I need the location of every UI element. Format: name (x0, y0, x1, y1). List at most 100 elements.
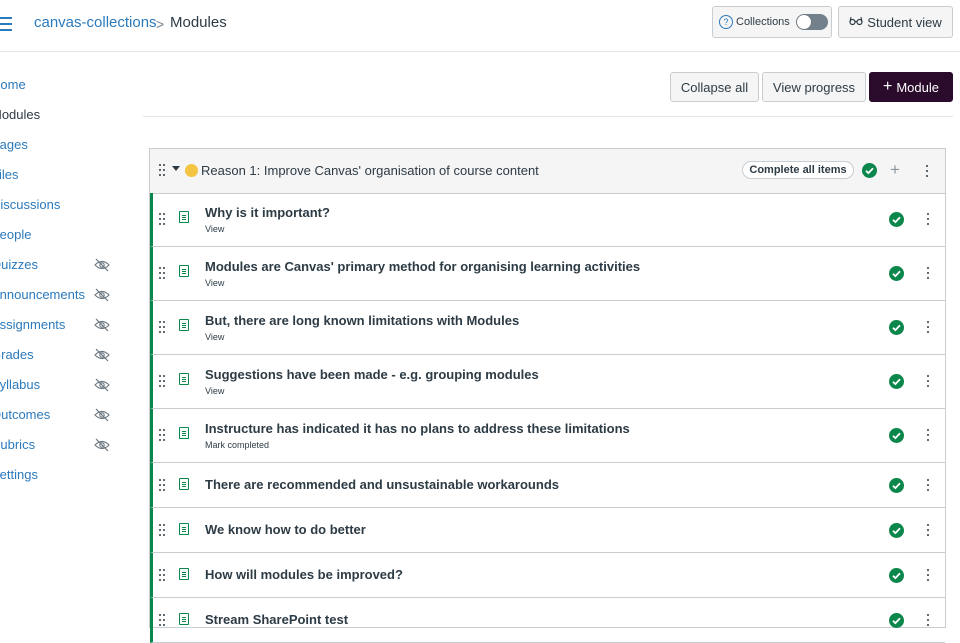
module-card: Reason 1: Improve Canvas' organisation o… (149, 148, 946, 643)
nav-item-label: Discussions (0, 197, 61, 212)
nav-item-syllabus[interactable]: Syllabus (0, 370, 130, 400)
drag-handle-icon[interactable] (159, 479, 167, 493)
item-options-icon[interactable] (926, 524, 930, 537)
nav-item-files[interactable]: Files (0, 160, 130, 190)
view-progress-button[interactable]: View progress (762, 72, 866, 102)
module-item-title[interactable]: Suggestions have been made - e.g. groupi… (205, 367, 539, 382)
drag-handle-icon[interactable] (159, 267, 167, 281)
module-item[interactable]: Suggestions have been made - e.g. groupi… (150, 355, 945, 409)
hamburger-menu-icon[interactable] (0, 13, 12, 33)
student-view-label: Student view (867, 14, 942, 30)
drag-handle-icon[interactable] (159, 164, 167, 178)
module-item[interactable]: Instructure has indicated it has no plan… (150, 409, 945, 463)
nav-item-assignments[interactable]: Assignments (0, 310, 130, 340)
eye-slash-icon (94, 250, 110, 280)
nav-item-label: Syllabus (0, 377, 41, 392)
module-item[interactable]: Why is it important? View (150, 193, 945, 247)
eye-slash-icon (94, 280, 110, 310)
nav-item-announcements[interactable]: Announcements (0, 280, 130, 310)
breadcrumb-course-link[interactable]: canvas-collections (34, 14, 157, 32)
module-item[interactable]: How will modules be improved? (150, 553, 945, 598)
page-document-icon (179, 523, 189, 535)
module-item[interactable]: We know how to do better (150, 508, 945, 553)
module-item-title[interactable]: But, there are long known limitations wi… (205, 313, 519, 328)
nav-item-grades[interactable]: Grades (0, 340, 130, 370)
module-item-title[interactable]: Stream SharePoint test (205, 612, 348, 627)
module-options-icon[interactable] (925, 165, 929, 178)
student-view-button[interactable]: Student view (838, 6, 953, 38)
item-options-icon[interactable] (926, 321, 930, 334)
completed-check-icon (889, 212, 904, 227)
nav-item-label: Modules (0, 107, 41, 122)
collections-label: Collections (736, 16, 790, 28)
nav-item-label: Rubrics (0, 437, 36, 452)
page-document-icon (179, 319, 189, 331)
item-options-icon[interactable] (926, 614, 930, 627)
eye-slash-icon (94, 430, 110, 460)
item-options-icon[interactable] (926, 479, 930, 492)
page-document-icon (179, 373, 189, 385)
page-document-icon (179, 427, 189, 439)
nav-item-modules[interactable]: Modules (0, 100, 130, 130)
nav-item-label: Home (0, 77, 26, 92)
module-item-requirement: View (205, 386, 225, 396)
completed-check-icon (889, 478, 904, 493)
breadcrumb-separator: > (156, 16, 165, 32)
module-requirement-badge: Complete all items (742, 161, 854, 179)
eye-slash-icon (94, 340, 110, 370)
page-document-icon (179, 478, 189, 490)
module-header[interactable]: Reason 1: Improve Canvas' organisation o… (150, 149, 945, 194)
nav-item-label: People (0, 227, 32, 242)
module-item[interactable]: Modules are Canvas' primary method for o… (150, 247, 945, 301)
nav-item-label: Announcements (0, 287, 85, 302)
nav-item-discussions[interactable]: Discussions (0, 190, 130, 220)
drag-handle-icon[interactable] (159, 375, 167, 389)
nav-item-pages[interactable]: Pages (0, 130, 130, 160)
module-item-requirement: Mark completed (205, 440, 270, 450)
nav-item-home[interactable]: Home (0, 70, 130, 100)
nav-item-settings[interactable]: Settings (0, 460, 130, 490)
add-item-icon[interactable]: + (890, 161, 900, 179)
item-options-icon[interactable] (926, 375, 930, 388)
drag-handle-icon[interactable] (159, 213, 167, 227)
drag-handle-icon[interactable] (159, 321, 167, 335)
nav-item-rubrics[interactable]: Rubrics (0, 430, 130, 460)
toolbar-divider (143, 116, 953, 117)
page-document-icon (179, 613, 189, 625)
nav-item-label: Quizzes (0, 257, 38, 272)
item-options-icon[interactable] (926, 429, 930, 442)
nav-item-label: Outcomes (0, 407, 51, 422)
nav-item-people[interactable]: People (0, 220, 130, 250)
eye-slash-icon (94, 400, 110, 430)
module-item[interactable]: There are recommended and unsustainable … (150, 463, 945, 508)
drag-handle-icon[interactable] (159, 524, 167, 538)
collections-toggle-button[interactable]: ? Collections (712, 6, 832, 38)
module-item-title[interactable]: Why is it important? (205, 205, 330, 220)
module-item-title[interactable]: We know how to do better (205, 522, 366, 537)
nav-item-outcomes[interactable]: Outcomes (0, 400, 130, 430)
module-item-title[interactable]: Instructure has indicated it has no plan… (205, 421, 630, 436)
module-item-title[interactable]: How will modules be improved? (205, 567, 403, 582)
help-icon[interactable]: ? (719, 15, 733, 29)
module-item[interactable]: Stream SharePoint test (150, 598, 945, 643)
page-document-icon (179, 568, 189, 580)
collapse-caret-icon[interactable] (172, 166, 180, 171)
module-item-title[interactable]: Modules are Canvas' primary method for o… (205, 259, 640, 274)
module-item[interactable]: But, there are long known limitations wi… (150, 301, 945, 355)
collections-toggle-switch[interactable] (795, 14, 828, 30)
glasses-icon (849, 15, 863, 29)
page-document-icon (179, 265, 189, 277)
drag-handle-icon[interactable] (159, 569, 167, 583)
item-options-icon[interactable] (926, 569, 930, 582)
drag-handle-icon[interactable] (159, 429, 167, 443)
completed-check-icon (889, 374, 904, 389)
module-item-requirement: View (205, 224, 225, 234)
drag-handle-icon[interactable] (159, 614, 167, 628)
module-item-title[interactable]: There are recommended and unsustainable … (205, 477, 559, 492)
item-options-icon[interactable] (926, 213, 930, 226)
add-module-button[interactable]: + Module (869, 72, 953, 102)
nav-item-quizzes[interactable]: Quizzes (0, 250, 130, 280)
collapse-all-button[interactable]: Collapse all (670, 72, 759, 102)
item-options-icon[interactable] (926, 267, 930, 280)
module-item-requirement: View (205, 332, 225, 342)
